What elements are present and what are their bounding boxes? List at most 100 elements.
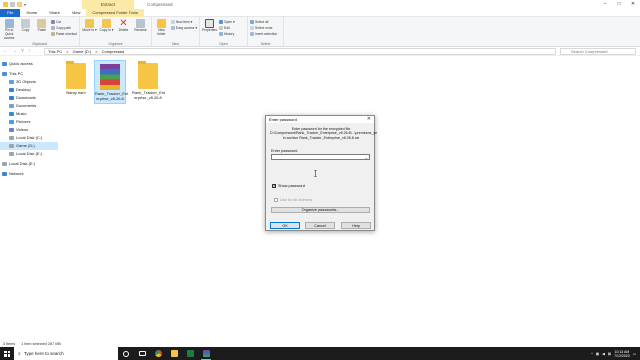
open-icon	[219, 19, 223, 24]
folder-icon[interactable]	[3, 2, 8, 7]
nav-item-music[interactable]: Music	[0, 110, 58, 118]
cut-button[interactable]: Cut	[50, 19, 77, 24]
password-input[interactable]: ⌄	[271, 154, 370, 160]
move-to-button[interactable]: Move to ▾	[82, 19, 97, 41]
taskbar-search[interactable]: ⌕ Type here to search	[14, 347, 118, 360]
chevron-down-icon[interactable]: ⌄	[365, 155, 368, 160]
video-icon	[9, 128, 14, 132]
select-group: Select all Select none Invert selection …	[248, 17, 284, 47]
search-input[interactable]: Search Compressed	[560, 48, 636, 55]
nav-item-documents[interactable]: Documents	[0, 102, 58, 110]
chevron-up-icon[interactable]: ^	[591, 352, 593, 356]
checkbox-box[interactable]: ✔	[272, 184, 276, 188]
close-icon[interactable]: ✕	[367, 116, 371, 123]
nav-item-quick-access[interactable]: Quick access	[0, 60, 58, 68]
nav-item-label: Local Disk (C:)	[16, 135, 43, 140]
properties-button[interactable]: Properties	[202, 19, 217, 41]
shortcut-icon	[50, 31, 55, 36]
nav-item-network[interactable]: Network	[0, 170, 58, 178]
tab-compressed-folder-tools[interactable]: Compressed Folder Tools	[86, 8, 144, 17]
cortana-icon[interactable]	[118, 347, 134, 360]
dialog-title: Enter password	[269, 117, 297, 122]
new-item-button[interactable]: New item ▾	[170, 19, 197, 24]
select-none-button[interactable]: Select none	[250, 25, 277, 30]
select-all-button[interactable]: Select all	[250, 19, 277, 24]
nav-item-local-disk-c[interactable]: Local Disk (C:)	[0, 134, 58, 142]
back-arrow-icon[interactable]: ←	[3, 48, 8, 54]
breadcrumb-separator: >	[66, 49, 69, 54]
copy-button[interactable]: Copy	[18, 19, 32, 41]
close-button[interactable]: ✕	[626, 0, 640, 9]
file-item-rar[interactable]: Rank_Tracker_Ent erprise_v8.26.8	[94, 60, 128, 104]
file-item-folder[interactable]: Rank_Tracker_Ent erprise_v8.26.8	[132, 61, 165, 101]
nav-item-game-d[interactable]: Game (D:)	[0, 142, 58, 150]
file-explorer-icon[interactable]	[166, 347, 182, 360]
edit-button[interactable]: Edit	[219, 25, 235, 30]
use-for-all-archives-checkbox[interactable]: Use for all archives	[274, 198, 312, 202]
nav-item-label: Documents	[16, 103, 37, 108]
ribbon: Pin to Quick access Copy Paste Cut Copy …	[0, 17, 640, 47]
winrar-icon[interactable]	[198, 347, 214, 360]
new-folder-icon[interactable]	[17, 2, 22, 7]
delete-button[interactable]: ✕ Delete	[116, 19, 131, 41]
breadcrumb-compressed[interactable]: Compressed	[102, 49, 125, 54]
notifications-icon[interactable]: ▭	[633, 352, 636, 356]
start-button[interactable]	[0, 347, 14, 360]
copy-path-button[interactable]: Copy path	[50, 25, 77, 30]
breadcrumb-this-pc[interactable]: This PC	[48, 49, 62, 54]
scissors-icon	[50, 19, 55, 24]
document-icon	[9, 104, 14, 108]
file-item-folder[interactable]: Baray ham	[60, 61, 92, 96]
nav-item-videos[interactable]: Videos	[0, 126, 58, 134]
task-view-icon[interactable]	[134, 347, 150, 360]
checkbox-box[interactable]	[274, 198, 278, 202]
cancel-button[interactable]: Cancel	[305, 222, 335, 229]
easy-access-button[interactable]: Easy access ▾	[170, 25, 197, 30]
nav-item-3d-objects[interactable]: 3D Objects	[0, 78, 58, 86]
paste-shortcut-button[interactable]: Paste shortcut	[50, 31, 77, 36]
tab-home[interactable]: Home	[20, 9, 43, 17]
tab-view[interactable]: View	[66, 9, 87, 17]
pin-quick-access-button[interactable]: Pin to Quick access	[2, 19, 16, 41]
network-icon[interactable]: ▦	[596, 352, 599, 356]
nav-item-local-disk-e[interactable]: Local Disk (E:)	[0, 160, 58, 168]
address-bar[interactable]: This PC > Game (D:) > Compressed	[44, 48, 556, 55]
invert-selection-button[interactable]: Invert selection	[250, 31, 277, 36]
history-button[interactable]: History	[219, 31, 235, 36]
rename-button[interactable]: Rename	[133, 19, 148, 41]
open-button[interactable]: Open ▾	[219, 19, 235, 24]
drive-icon	[9, 136, 14, 140]
select-none-icon	[250, 25, 254, 30]
nav-item-pictures[interactable]: Pictures	[0, 118, 58, 126]
enter-password-dialog: Enter password ✕ Enter password for the …	[265, 115, 377, 231]
copy-to-button[interactable]: Copy to ▾	[99, 19, 114, 41]
excel-icon[interactable]	[182, 347, 198, 360]
breadcrumb-game-d[interactable]: Game (D:)	[73, 49, 92, 54]
help-button[interactable]: Help	[341, 222, 371, 229]
nav-item-label: Quick access	[9, 61, 33, 66]
nav-item-label: Local Disk (E:)	[16, 151, 43, 156]
nav-item-downloads[interactable]: Downloads	[0, 94, 58, 102]
tab-file[interactable]: File	[0, 8, 21, 17]
chrome-icon[interactable]	[150, 347, 166, 360]
volume-icon[interactable]: ◀	[602, 352, 605, 356]
nav-item-desktop[interactable]: Desktop	[0, 86, 58, 94]
nav-item-this-pc[interactable]: This PC	[0, 70, 58, 78]
properties-icon[interactable]	[10, 2, 15, 7]
up-arrow-icon[interactable]: ↑	[28, 48, 31, 54]
new-folder-button[interactable]: New folder	[154, 19, 169, 41]
chevron-down-icon[interactable]: ▾	[24, 2, 27, 7]
forward-arrow-icon[interactable]: →	[12, 48, 17, 54]
minimize-button[interactable]: –	[598, 0, 612, 9]
nav-item-local-disk-e[interactable]: Local Disk (E:)	[0, 150, 58, 158]
chevron-down-icon[interactable]: ˅	[21, 48, 24, 54]
show-password-checkbox[interactable]: ✔ Show password	[272, 184, 305, 188]
paste-button[interactable]: Paste	[35, 19, 49, 41]
ok-button[interactable]: OK	[270, 222, 300, 229]
language-icon[interactable]: ▤	[608, 352, 611, 356]
tab-share[interactable]: Share	[43, 9, 66, 17]
select-group-label: Select	[260, 42, 271, 46]
maximize-button[interactable]: □	[612, 0, 626, 9]
clock[interactable]: 10:13 AM 7/12/2020	[614, 350, 630, 358]
organize-passwords-button[interactable]: Organize passwords...	[271, 207, 370, 213]
